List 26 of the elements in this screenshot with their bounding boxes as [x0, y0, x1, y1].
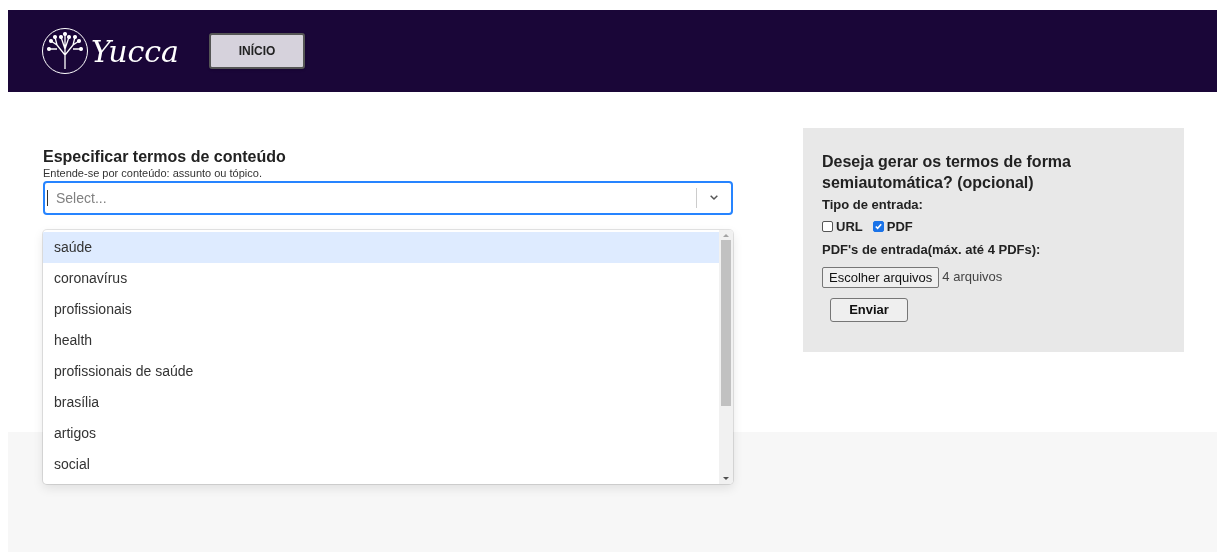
dropdown-option[interactable]: profissionais [43, 294, 719, 325]
tree-logo-icon [41, 27, 89, 75]
checkbox-label: URL [836, 218, 863, 236]
submit-button[interactable]: Enviar [830, 297, 908, 322]
nav-button[interactable]: INÍCIO [209, 33, 305, 69]
files-label: PDF's de entrada(máx. até 4 PDFs): [822, 240, 1042, 259]
scrollbar[interactable] [719, 230, 733, 484]
select-field[interactable]: Select... [43, 181, 733, 215]
section-hint: Entende-se por conteúdo: assunto ou tópico. [43, 167, 263, 180]
checkbox-label: PDF [886, 218, 913, 236]
panel-title: Deseja gerar os termos de forma semiautomática? (opcional) [822, 152, 1072, 193]
dropdown-option[interactable]: artigos [43, 418, 719, 449]
dropdown-option[interactable]: coronavírus [43, 263, 719, 294]
checkbox[interactable] [822, 221, 833, 233]
dropdown-option[interactable]: profissionais de saúde [43, 356, 719, 387]
choose-files-button[interactable]: Escolher arquivos [822, 266, 940, 288]
dropdown-option[interactable]: health [43, 325, 719, 356]
input-type-label: Tipo de entrada: [822, 196, 924, 214]
file-status: 4 arquivos [942, 268, 1003, 287]
logo-text: Yucca [91, 32, 179, 71]
checkbox[interactable] [872, 221, 884, 233]
dropdown-option[interactable]: saúde [43, 232, 719, 263]
dropdown-option[interactable]: brasília [43, 387, 719, 418]
section-title: Especificar termos de conteúdo [43, 147, 287, 167]
dropdown-option[interactable]: social [43, 449, 719, 480]
scrollbar-thumb[interactable] [721, 240, 731, 406]
